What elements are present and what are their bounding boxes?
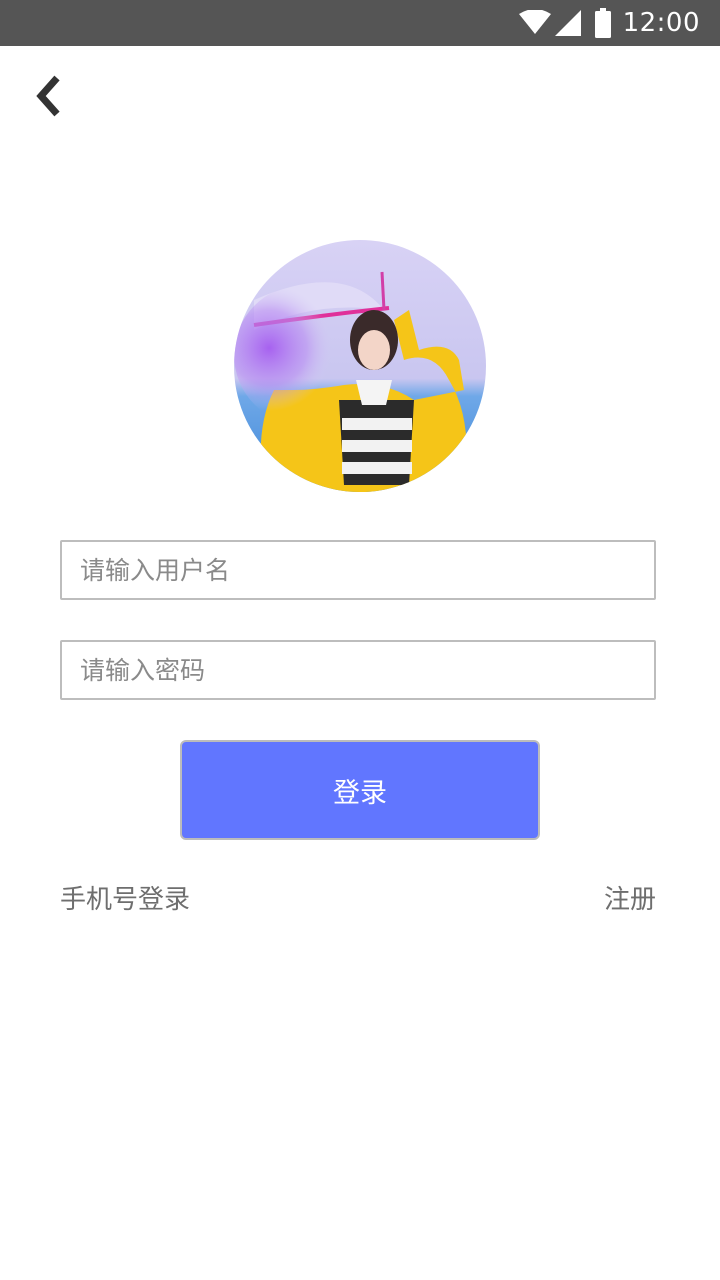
wifi-icon (518, 10, 551, 36)
status-bar: 12:00 (0, 0, 720, 46)
phone-login-link[interactable]: 手机号登录 (60, 882, 190, 918)
login-button-label: 登录 (333, 777, 387, 809)
back-button[interactable] (22, 70, 74, 126)
password-input[interactable] (60, 640, 656, 700)
avatar (234, 240, 486, 492)
login-button[interactable]: 登录 (180, 740, 540, 840)
avatar-photo (234, 240, 486, 492)
register-link[interactable]: 注册 (604, 882, 656, 918)
username-input[interactable] (60, 540, 656, 600)
status-time: 12:00 (622, 8, 700, 38)
chevron-left-icon (31, 74, 65, 122)
battery-icon (594, 8, 611, 38)
status-icons: 12:00 (518, 0, 700, 46)
signal-icon (554, 10, 581, 36)
